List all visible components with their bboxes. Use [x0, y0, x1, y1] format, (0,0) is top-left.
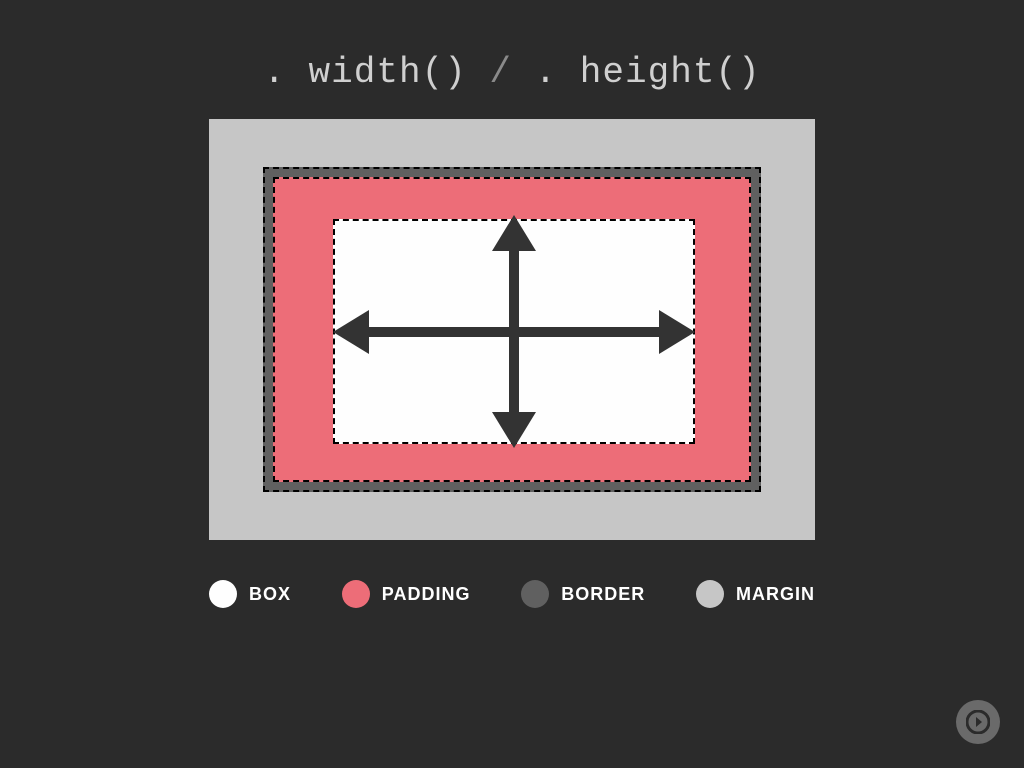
page-title: . width() / . height() [0, 52, 1024, 93]
legend-item-padding: PADDING [342, 580, 471, 608]
title-height: . height() [535, 52, 761, 93]
legend-item-border: BORDER [521, 580, 645, 608]
legend-label: MARGIN [736, 584, 815, 605]
border-layer [263, 167, 761, 492]
padding-layer [273, 177, 751, 482]
legend-item-margin: MARGIN [696, 580, 815, 608]
title-width: . width() [263, 52, 466, 93]
height-arrow-shaft [509, 235, 519, 428]
content-box-layer [333, 219, 695, 444]
margin-layer [209, 119, 815, 540]
arrow-right-circle-icon [966, 710, 990, 734]
legend-label: BORDER [561, 584, 645, 605]
arrow-up-icon [492, 215, 536, 251]
next-button[interactable] [956, 700, 1000, 744]
arrow-down-icon [492, 412, 536, 448]
legend-item-box: BOX [209, 580, 291, 608]
box-model-diagram [209, 119, 815, 540]
swatch-padding [342, 580, 370, 608]
legend-label: PADDING [382, 584, 471, 605]
legend: BOX PADDING BORDER MARGIN [209, 580, 815, 608]
legend-label: BOX [249, 584, 291, 605]
swatch-box [209, 580, 237, 608]
swatch-margin [696, 580, 724, 608]
swatch-border [521, 580, 549, 608]
arrow-right-icon [659, 310, 695, 354]
arrow-left-icon [333, 310, 369, 354]
title-separator: / [467, 52, 535, 93]
